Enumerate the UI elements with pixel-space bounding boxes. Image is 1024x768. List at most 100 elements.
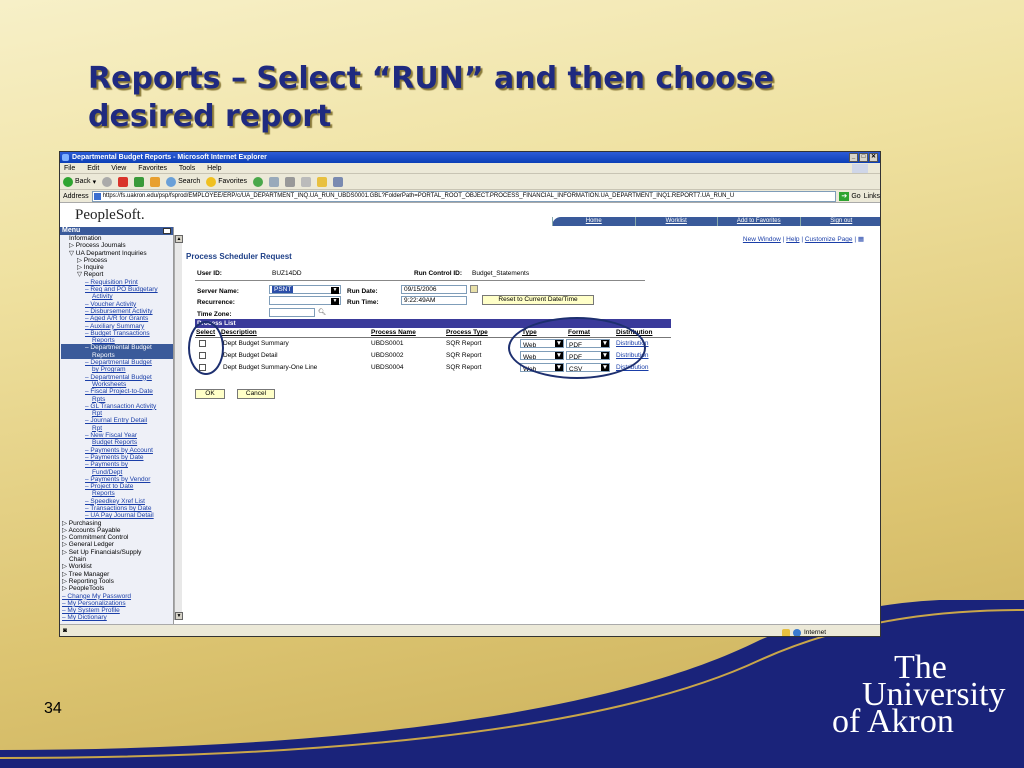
- lookup-icon[interactable]: 🔍︎: [318, 308, 326, 316]
- scroll-down-button[interactable]: ▼: [175, 612, 183, 620]
- menu-item[interactable]: ▽ Report: [61, 271, 173, 278]
- menu-item[interactable]: Reports: [61, 337, 173, 344]
- menu-scrollbar[interactable]: ▲ ▼: [174, 235, 183, 620]
- menu-item[interactable]: – Voucher Activity: [61, 301, 173, 308]
- calendar-icon[interactable]: [470, 285, 478, 293]
- menu-item[interactable]: Rpt: [61, 410, 173, 417]
- menu-item[interactable]: Chain: [61, 556, 173, 563]
- menu-item[interactable]: ▷ Process: [61, 257, 173, 264]
- menu-item[interactable]: – My Personalizations: [61, 600, 173, 607]
- reset-date-time-button[interactable]: Reset to Current Date/Time: [482, 295, 594, 305]
- menu-item[interactable]: – Departmental Budget: [61, 344, 173, 352]
- forward-button[interactable]: [102, 176, 113, 187]
- menu-item[interactable]: – Transactions by Date: [61, 505, 173, 512]
- menu-view[interactable]: View: [111, 165, 126, 172]
- print-icon[interactable]: [285, 176, 296, 187]
- stop-icon[interactable]: [118, 176, 129, 187]
- menu-item[interactable]: – Project to Date: [61, 483, 173, 490]
- time-zone-input[interactable]: [269, 308, 315, 317]
- menu-item[interactable]: – Fiscal Project-to-Date: [61, 388, 173, 395]
- server-name-select[interactable]: PSNT ▼: [269, 285, 341, 294]
- go-button[interactable]: ➔ Go: [839, 191, 861, 201]
- nav-worklist[interactable]: Worklist: [634, 217, 718, 226]
- menu-item[interactable]: ▷ Tree Manager: [61, 571, 173, 578]
- menu-item[interactable]: – My Dictionary: [61, 614, 173, 621]
- menu-item[interactable]: ▷ Inquire: [61, 264, 173, 271]
- menu-item[interactable]: Reports: [61, 490, 173, 497]
- home-icon[interactable]: [150, 176, 161, 187]
- menu-item[interactable]: – Payments by Date: [61, 454, 173, 461]
- menu-item[interactable]: by Program: [61, 366, 173, 373]
- menu-edit[interactable]: Edit: [87, 165, 99, 172]
- minimize-button[interactable]: _: [849, 153, 858, 162]
- menu-item[interactable]: – GL Transaction Activity: [61, 403, 173, 410]
- menu-item[interactable]: ▷ Accounts Payable: [61, 527, 173, 534]
- scroll-up-button[interactable]: ▲: [175, 235, 183, 243]
- menu-item[interactable]: ▷ Reporting Tools: [61, 578, 173, 585]
- address-input[interactable]: https://fs.uakron.edu/psp/fsprod/EMPLOYE…: [91, 190, 837, 202]
- menu-item[interactable]: – Aged A/R for Grants: [61, 315, 173, 322]
- menu-item[interactable]: Fund/Dept: [61, 469, 173, 476]
- nav-home[interactable]: Home: [552, 217, 635, 226]
- menu-item[interactable]: – Disbursement Activity: [61, 308, 173, 315]
- favorites-button[interactable]: Favorites: [206, 176, 247, 187]
- menu-item[interactable]: – Journal Entry Detail: [61, 417, 173, 424]
- menu-item[interactable]: – My System Profile: [61, 607, 173, 614]
- mail-icon[interactable]: [269, 176, 280, 187]
- new-window-link[interactable]: New Window: [743, 236, 781, 243]
- menu-help[interactable]: Help: [207, 165, 221, 172]
- nav-sign-out[interactable]: Sign out: [799, 217, 881, 226]
- messenger-icon[interactable]: [333, 176, 344, 187]
- menu-item[interactable]: – Departmental Budget: [61, 374, 173, 381]
- menu-item[interactable]: – Change My Password: [61, 593, 173, 600]
- menu-tools[interactable]: Tools: [179, 165, 195, 172]
- menu-item[interactable]: Budget Reports: [61, 439, 173, 446]
- history-icon[interactable]: [253, 176, 264, 187]
- nav-add-favorites[interactable]: Add to Favorites: [717, 217, 800, 226]
- menu-item[interactable]: – UA Pay Journal Detail: [61, 512, 173, 519]
- refresh-icon[interactable]: [134, 176, 145, 187]
- menu-item[interactable]: – Requisition Print: [61, 279, 173, 286]
- ok-button[interactable]: OK: [195, 389, 225, 399]
- menu-item[interactable]: Activity: [61, 293, 173, 300]
- maximize-button[interactable]: □: [859, 153, 868, 162]
- menu-item[interactable]: ▷ Purchasing: [61, 520, 173, 527]
- menu-item[interactable]: – Req and PO Budgetary: [61, 286, 173, 293]
- menu-item[interactable]: – Departmental Budget: [61, 359, 173, 366]
- cancel-button[interactable]: Cancel: [237, 389, 275, 399]
- menu-item[interactable]: – Payments by: [61, 461, 173, 468]
- menu-item[interactable]: – Auxiliary Summary: [61, 323, 173, 330]
- menu-item[interactable]: Rpt: [61, 425, 173, 432]
- menu-item[interactable]: – Budget Transactions: [61, 330, 173, 337]
- close-button[interactable]: ✕: [869, 153, 878, 162]
- folder-icon[interactable]: [317, 176, 328, 187]
- search-button[interactable]: Search: [166, 176, 200, 187]
- menu-item[interactable]: ▷ Process Journals: [61, 242, 173, 249]
- run-time-input[interactable]: 9:22:49AM: [401, 296, 467, 305]
- menu-item[interactable]: ▷ Set Up Financials/Supply: [61, 549, 173, 556]
- menu-item[interactable]: ▷ General Ledger: [61, 541, 173, 548]
- run-date-input[interactable]: 09/15/2006: [401, 285, 467, 294]
- menu-item[interactable]: Worksheets: [61, 381, 173, 388]
- menu-collapse-button[interactable]: [163, 228, 171, 234]
- links-button[interactable]: Links: [864, 193, 880, 200]
- back-button[interactable]: Back ▾: [63, 176, 96, 187]
- edit-icon[interactable]: [301, 176, 312, 187]
- menu-item[interactable]: Reports: [61, 351, 173, 360]
- menu-item[interactable]: Rpts: [61, 396, 173, 403]
- menu-item[interactable]: ▷ Worklist: [61, 563, 173, 570]
- recurrence-select[interactable]: ▼: [269, 296, 341, 305]
- help-link[interactable]: Help: [786, 236, 799, 243]
- customize-icon[interactable]: ▦: [858, 236, 864, 243]
- menu-item[interactable]: ▷ PeopleTools: [61, 585, 173, 592]
- menu-item[interactable]: – Speedkey Xref List: [61, 498, 173, 505]
- menu-item[interactable]: Information: [61, 235, 173, 242]
- customize-page-link[interactable]: Customize Page: [805, 236, 853, 243]
- menu-item[interactable]: – New Fiscal Year: [61, 432, 173, 439]
- menu-item[interactable]: – Payments by Account: [61, 447, 173, 454]
- menu-file[interactable]: File: [64, 165, 75, 172]
- menu-item[interactable]: – Payments by Vendor: [61, 476, 173, 483]
- menu-item[interactable]: ▷ Commitment Control: [61, 534, 173, 541]
- menu-item[interactable]: ▽ UA Department Inquiries: [61, 250, 173, 257]
- menu-favorites[interactable]: Favorites: [138, 165, 167, 172]
